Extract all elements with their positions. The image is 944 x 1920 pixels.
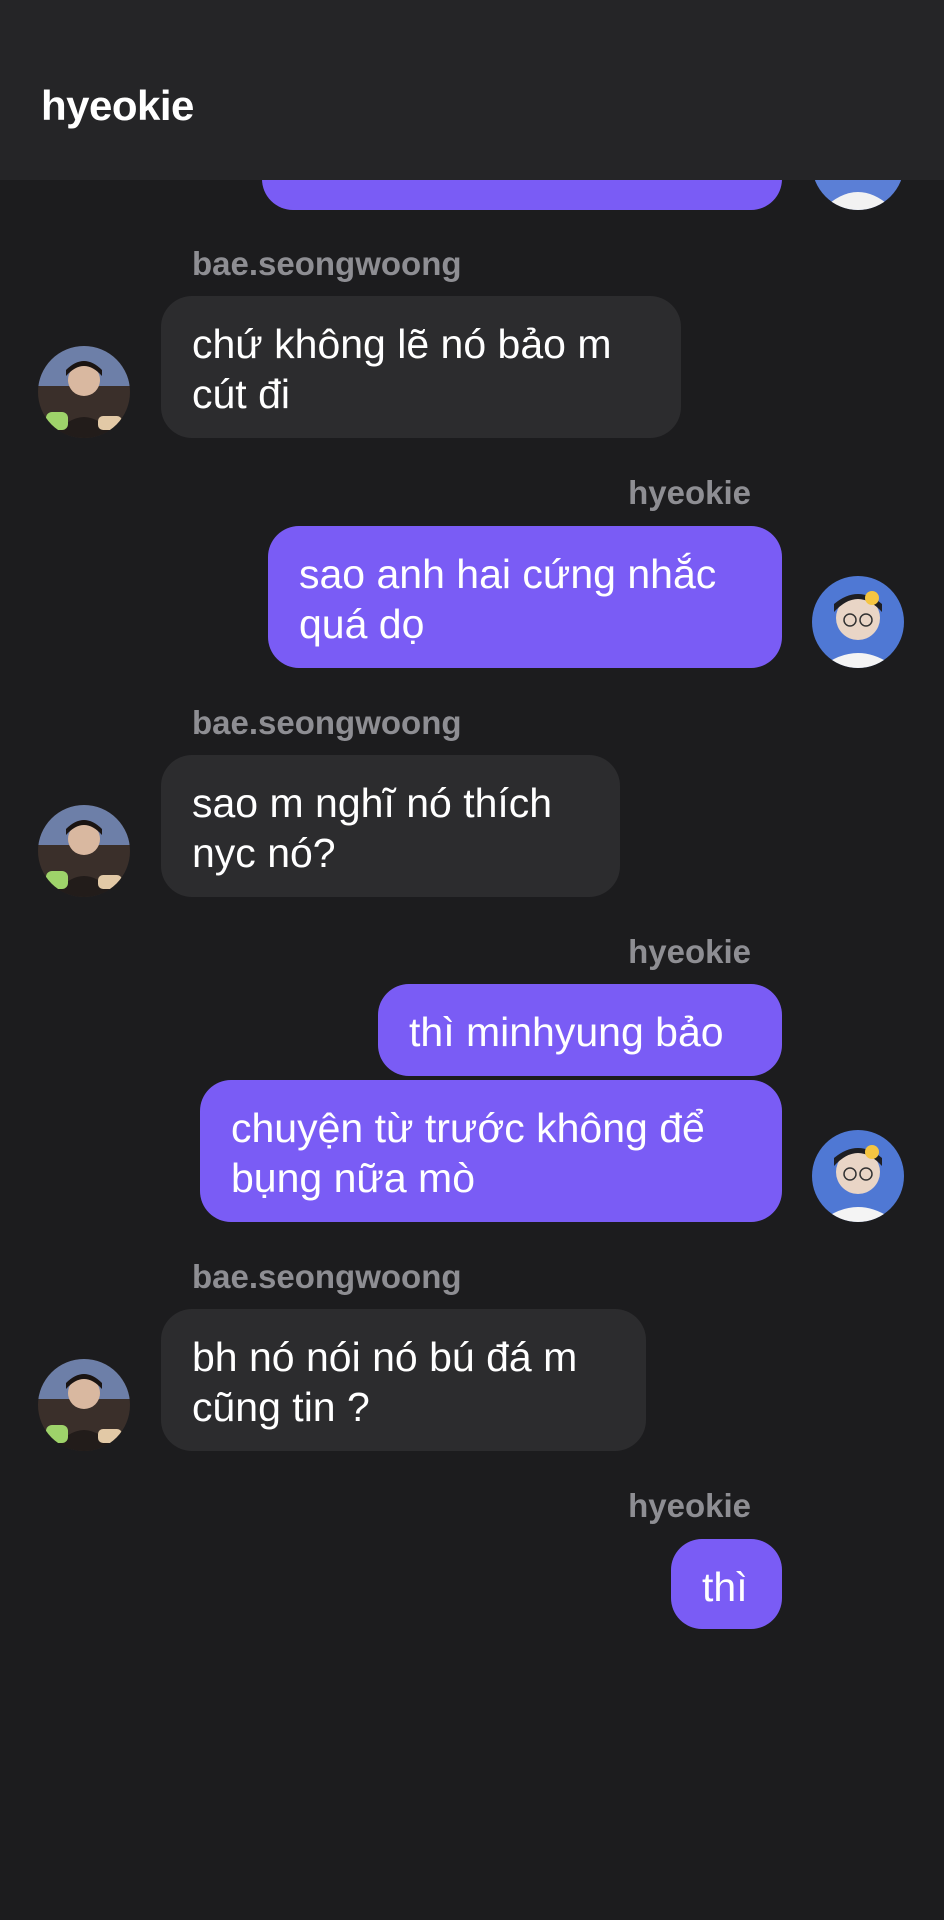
sender-name: bae.seongwoong <box>192 704 462 741</box>
message-bubble[interactable]: thì minhyung bảo <box>378 984 782 1076</box>
sender-name: bae.seongwoong <box>192 1258 462 1295</box>
avatar-photo-icon <box>38 805 130 897</box>
other-avatar[interactable] <box>38 805 130 897</box>
sender-name: bae.seongwoong <box>192 245 462 282</box>
sender-name: hyeokie <box>628 1487 751 1524</box>
avatar-photo-icon <box>38 1359 130 1451</box>
sender-name: hyeokie <box>628 933 751 970</box>
message-bubble[interactable]: sao m nghĩ nó thích nyc nó? <box>161 755 620 897</box>
sender-name: hyeokie <box>628 474 751 511</box>
message-bubble[interactable]: thì <box>671 1539 782 1629</box>
other-avatar[interactable] <box>38 1359 130 1451</box>
avatar-photo-icon <box>812 1130 904 1222</box>
avatar-photo-icon <box>38 346 130 438</box>
message-bubble[interactable]: chuyện từ trước không để bụng nữa mò <box>200 1080 782 1222</box>
self-avatar[interactable] <box>812 1130 904 1222</box>
avatar-photo-icon <box>812 576 904 668</box>
message-bubble[interactable]: chứ không lẽ nó bảo m cút đi <box>161 296 681 438</box>
message-bubble[interactable]: sao anh hai cứng nhắc quá dọ <box>268 526 782 668</box>
message-bubble[interactable]: bh nó nói nó bú đá m cũng tin ? <box>161 1309 646 1451</box>
other-avatar[interactable] <box>38 346 130 438</box>
chat-header: hyeokie <box>0 0 944 180</box>
chat-title[interactable]: hyeokie <box>41 82 194 130</box>
chat-screen: hyeokie bae.seongwoong chứ không lẽ nó b… <box>0 0 944 1920</box>
self-avatar[interactable] <box>812 576 904 668</box>
